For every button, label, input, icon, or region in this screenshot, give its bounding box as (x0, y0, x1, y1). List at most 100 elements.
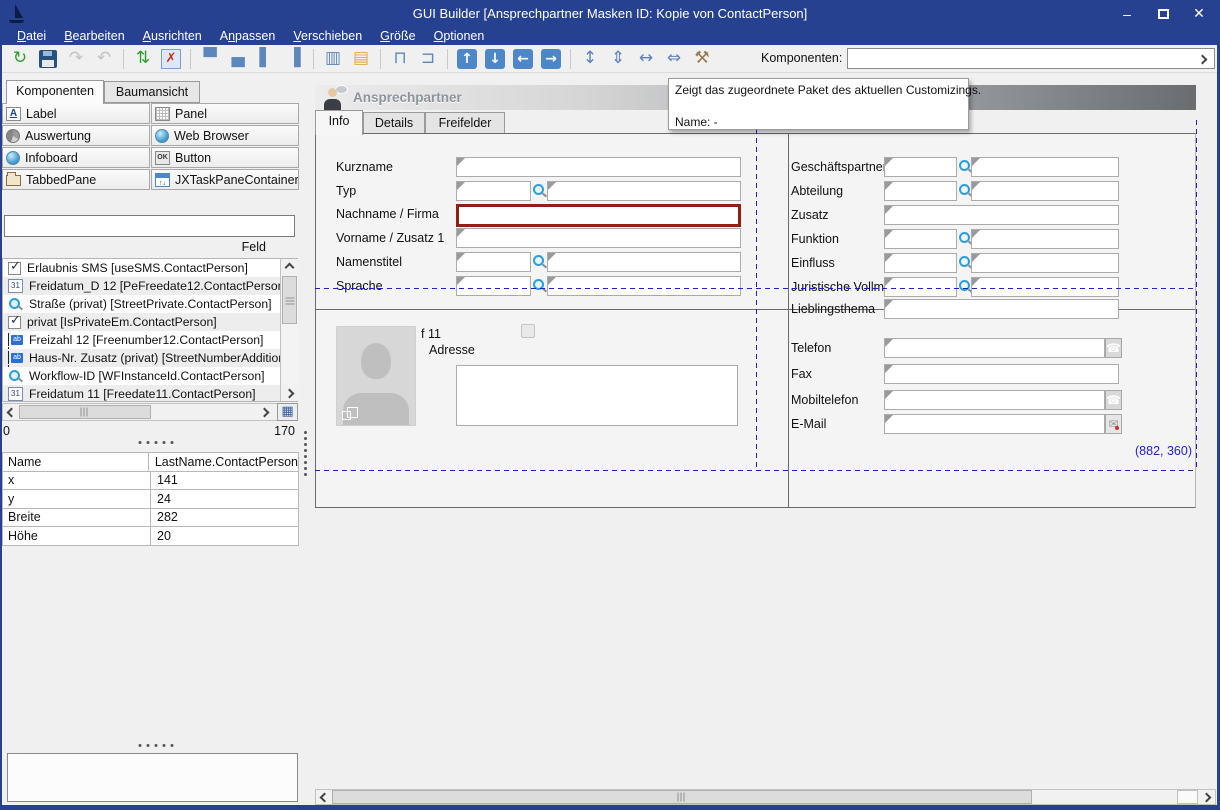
property-row[interactable]: x 141 (2, 472, 299, 491)
move-up-icon[interactable]: ↑ (457, 49, 477, 69)
close-button[interactable]: ✕ (1190, 5, 1208, 23)
scroll-thumb[interactable] (282, 276, 297, 324)
scroll-left-button[interactable] (316, 790, 332, 804)
typ-code-input[interactable] (456, 181, 531, 201)
palette-item-auswertung[interactable]: Auswertung (2, 125, 150, 146)
menu-item[interactable]: Größe (371, 27, 424, 45)
address-checkbox[interactable] (521, 324, 535, 338)
horizontal-splitter[interactable] (138, 441, 173, 444)
minimize-button[interactable]: – (1118, 5, 1136, 23)
align-top-icon[interactable]: ▀ (198, 47, 222, 71)
property-row[interactable]: y 24 (2, 490, 299, 509)
palette-item-panel[interactable]: Panel (151, 103, 299, 124)
palette-item-button[interactable]: Button (151, 147, 299, 168)
scroll-thumb[interactable] (332, 790, 1032, 804)
property-row[interactable]: Name LastName.ContactPerson (2, 453, 299, 472)
center-vertical-icon[interactable]: ▤ (349, 47, 373, 71)
typ-lookup-icon[interactable] (533, 183, 547, 199)
toolbar-separator[interactable] (313, 49, 314, 69)
komponenten-combobox[interactable] (847, 48, 1215, 69)
typ-text-input[interactable] (547, 181, 741, 201)
sprache-code-input[interactable] (456, 276, 531, 296)
maximize-button[interactable] (1154, 5, 1172, 23)
juristische-vollmacht-code-input[interactable] (884, 277, 957, 297)
dial-phone-button[interactable]: ☎ (1105, 338, 1122, 358)
lieblingsthema-input[interactable] (884, 299, 1119, 319)
horizontal-splitter[interactable] (138, 744, 173, 747)
tab-info[interactable]: Info (315, 110, 363, 135)
delete-component-icon[interactable]: ✗ (161, 49, 181, 69)
field-list-item[interactable]: Erlaubnis SMS [useSMS.ContactPerson] (3, 259, 280, 277)
menu-item[interactable]: Datei (8, 27, 55, 45)
match-width-icon[interactable]: ⊓ (388, 47, 412, 71)
scroll-left-button[interactable] (3, 404, 19, 420)
field-list-item[interactable]: Workflow-ID [WFInstanceId.ContactPerson] (3, 367, 280, 385)
refresh-icon[interactable]: ↻ (8, 47, 32, 71)
tab-komponenten[interactable]: Komponenten (6, 80, 104, 104)
einfluss-text-input[interactable] (971, 253, 1119, 273)
toolbar-separator[interactable] (570, 49, 571, 69)
einfluss-code-input[interactable] (884, 253, 957, 273)
field-list-item[interactable]: Straße (privat) [StreetPrivate.ContactPe… (3, 295, 280, 313)
tab-baumansicht[interactable]: Baumansicht (104, 81, 200, 103)
scroll-thumb[interactable] (19, 405, 151, 419)
dial-mobile-button[interactable]: ☎ (1105, 390, 1122, 410)
field-list-item[interactable]: Freidatum_D 12 [PeFreedate12.ContactPers… (3, 277, 280, 295)
sprache-lookup-icon[interactable] (533, 278, 547, 294)
move-down-icon[interactable]: ↓ (485, 49, 505, 69)
toolbar-separator[interactable] (380, 49, 381, 69)
namenstitel-lookup-icon[interactable] (533, 254, 547, 270)
property-row[interactable]: Breite 282 (2, 509, 299, 528)
send-email-button[interactable]: ✉ (1105, 414, 1122, 434)
tab-freifelder[interactable]: Freifelder (425, 112, 505, 134)
align-right-icon[interactable]: ▐ (282, 47, 306, 71)
palette-item-infoboard[interactable]: Infoboard (2, 147, 150, 168)
resize-height-icon[interactable]: ↕ (578, 47, 602, 71)
geschaeftspartner-code-input[interactable] (884, 157, 957, 177)
field-search-input[interactable] (4, 215, 295, 237)
email-input[interactable] (884, 414, 1105, 434)
contact-photo-placeholder[interactable] (336, 326, 416, 426)
scroll-down-button[interactable] (281, 385, 298, 401)
menu-item[interactable]: Verschieben (284, 27, 371, 45)
resize-height-both-icon[interactable]: ⇕ (606, 47, 630, 71)
telefon-input[interactable] (884, 338, 1105, 358)
fax-input[interactable] (884, 364, 1119, 384)
field-list-horizontal-scrollbar[interactable] (2, 403, 298, 421)
palette-item-label[interactable]: Label (2, 103, 150, 124)
move-left-icon[interactable]: ← (513, 49, 533, 69)
resize-width-both-icon[interactable]: ⇔ (662, 47, 686, 71)
undo-icon[interactable]: ↶ (92, 47, 116, 71)
vertical-splitter[interactable] (304, 431, 307, 476)
menu-item[interactable]: Optionen (425, 27, 494, 45)
mobiltelefon-input[interactable] (884, 390, 1105, 410)
nachname-firma-input-selected[interactable] (456, 204, 741, 227)
toolbar-separator[interactable] (123, 49, 124, 69)
palette-item-jxtaskpanecontainer[interactable]: JXTaskPaneContainer (151, 169, 299, 190)
geschaeftspartner-text-input[interactable] (971, 157, 1119, 177)
design-horizontal-scrollbar[interactable] (315, 789, 1216, 805)
scroll-up-button[interactable] (281, 259, 298, 275)
juristische-vollmacht-text-input[interactable] (971, 277, 1119, 297)
abteilung-text-input[interactable] (971, 181, 1119, 201)
toolbar-separator[interactable] (447, 49, 448, 69)
resize-width-icon[interactable]: ↔ (634, 47, 658, 71)
grid-view-button[interactable]: ▦ (277, 403, 298, 421)
field-list-item[interactable]: Freizahl 12 [Freenumber12.ContactPerson] (3, 331, 280, 349)
palette-item-web-browser[interactable]: Web Browser (151, 125, 299, 146)
sprache-text-input[interactable] (547, 276, 741, 296)
funktion-code-input[interactable] (884, 229, 957, 249)
scroll-right-button[interactable] (1198, 790, 1215, 804)
redo-icon[interactable]: ↷ (64, 47, 88, 71)
adresse-textarea[interactable] (456, 365, 738, 426)
funktion-text-input[interactable] (971, 229, 1119, 249)
field-list-item[interactable]: Haus-Nr. Zusatz (privat) [StreetNumberAd… (3, 349, 280, 367)
align-bottom-icon[interactable]: ▄ (226, 47, 250, 71)
field-list-vertical-scrollbar[interactable] (280, 259, 298, 401)
menu-item[interactable]: Ausrichten (134, 27, 211, 45)
abteilung-code-input[interactable] (884, 181, 957, 201)
customize-icon[interactable]: ⚒ (690, 47, 714, 71)
vorname-zusatz-input[interactable] (456, 228, 741, 248)
tab-details[interactable]: Details (363, 112, 425, 134)
align-left-icon[interactable]: ▌ (254, 47, 278, 71)
